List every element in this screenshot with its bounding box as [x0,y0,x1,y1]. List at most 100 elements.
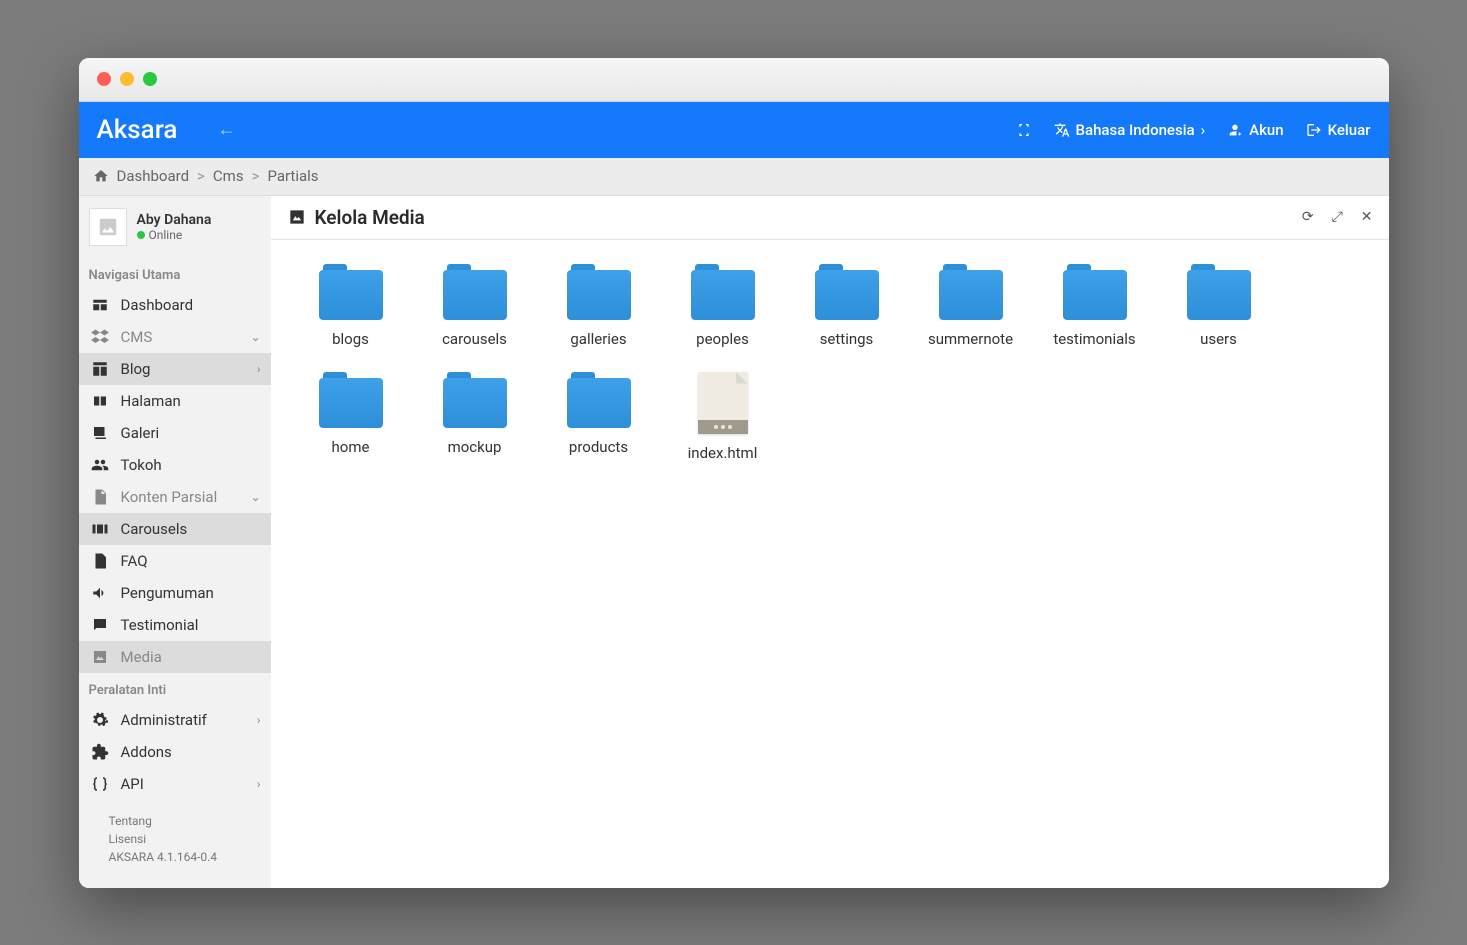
item-label: blogs [332,330,369,348]
folder-item[interactable]: carousels [415,264,535,348]
main-header: Kelola Media ⟳ ⤢ ✕ [271,196,1389,240]
folder-icon [567,264,631,320]
chevron-right-icon: › [257,777,261,791]
item-label: index.html [688,444,758,462]
logout-button[interactable]: Keluar [1306,121,1371,139]
app-window: Aksara ← Bahasa Indonesia › Akun Keluar … [79,58,1389,888]
fullscreen-toggle[interactable] [1016,122,1032,138]
sidebar-item-tokoh[interactable]: Tokoh [79,449,271,481]
folder-item[interactable]: peoples [663,264,783,348]
sidebar-item-halaman[interactable]: Halaman [79,385,271,417]
sidebar-item-api[interactable]: API › [79,768,271,800]
profile-info: Aby Dahana Online [137,212,212,242]
file-icon [698,372,748,434]
home-icon [93,168,109,184]
people-icon [89,456,111,474]
sidebar-item-cms[interactable]: CMS ⌄ [79,321,271,353]
about-link[interactable]: Tentang [109,814,241,828]
item-label: mockup [448,438,502,456]
avatar [89,208,127,246]
expand-button[interactable]: ⤢ [1332,209,1343,225]
folder-icon [567,372,631,428]
item-label: products [569,438,628,456]
item-label: peoples [696,330,749,348]
chevron-down-icon: ⌄ [250,330,260,344]
contract-icon [1016,122,1032,138]
sidebar-item-blog[interactable]: Blog › [79,353,271,385]
image-icon [89,648,111,666]
folder-item[interactable]: galleries [539,264,659,348]
breadcrumb: Dashboard > Cms > Partials [79,158,1389,196]
folder-item[interactable]: summernote [911,264,1031,348]
item-label: testimonials [1053,330,1135,348]
sidebar-item-administratif[interactable]: Administratif › [79,704,271,736]
chevron-right-icon: › [257,362,261,376]
folder-icon [691,264,755,320]
folder-item[interactable]: home [291,372,411,462]
folder-item[interactable]: users [1159,264,1279,348]
version-text: AKSARA 4.1.164-0.4 [109,850,241,864]
logout-label: Keluar [1328,121,1371,139]
sidebar-item-galeri[interactable]: Galeri [79,417,271,449]
folder-icon [1187,264,1251,320]
sidebar-item-carousels[interactable]: Carousels [79,513,271,545]
nav-header-tools: Peralatan Inti [79,673,271,704]
language-selector[interactable]: Bahasa Indonesia › [1054,121,1206,139]
main-panel: Kelola Media ⟳ ⤢ ✕ blogs carousels galleri… [271,196,1389,888]
refresh-button[interactable]: ⟳ [1302,209,1314,225]
chevron-right-icon: › [1201,121,1206,139]
sidebar: Aby Dahana Online Navigasi Utama Dashboa… [79,196,271,888]
images-icon [89,424,111,442]
chevron-right-icon: › [257,713,261,727]
titlebar [79,58,1389,102]
folder-item[interactable]: products [539,372,659,462]
main-actions: ⟳ ⤢ ✕ [1302,209,1373,225]
image-placeholder-icon [97,216,119,238]
sidebar-item-media[interactable]: Media [79,641,271,673]
file-item[interactable]: index.html [663,372,783,462]
image-icon [287,207,307,227]
folder-item[interactable]: mockup [415,372,535,462]
breadcrumb-separator: > [197,167,205,185]
breadcrumb-item[interactable]: Dashboard [117,167,190,185]
profile-status: Online [137,228,212,242]
item-label: home [332,438,370,456]
close-button[interactable]: ✕ [1361,209,1373,225]
page-title: Kelola Media [287,206,425,229]
item-label: carousels [442,330,507,348]
folder-item[interactable]: settings [787,264,907,348]
sidebar-footer: Tentang Lisensi AKSARA 4.1.164-0.4 [79,800,271,878]
close-window-button[interactable] [97,72,111,86]
sidebar-item-pengumuman[interactable]: Pengumuman [79,577,271,609]
status-dot-icon [137,231,145,239]
minimize-window-button[interactable] [120,72,134,86]
maximize-window-button[interactable] [143,72,157,86]
back-arrow-icon[interactable]: ← [217,119,235,140]
breadcrumb-item[interactable]: Partials [267,167,318,185]
item-label: users [1200,330,1237,348]
brand[interactable]: Aksara [97,115,178,145]
breadcrumb-separator: > [252,167,260,185]
puzzle-icon [89,743,111,761]
sidebar-item-faq[interactable]: FAQ [79,545,271,577]
book-icon [89,392,111,410]
account-menu[interactable]: Akun [1227,121,1283,139]
folder-icon [815,264,879,320]
breadcrumb-item[interactable]: Cms [213,167,244,185]
layout-icon [89,360,111,378]
carousel-icon [89,520,111,538]
folder-icon [443,372,507,428]
sidebar-item-dashboard[interactable]: Dashboard [79,289,271,321]
dropbox-icon [89,328,111,346]
sidebar-item-konten-parsial[interactable]: Konten Parsial ⌄ [79,481,271,513]
folder-item[interactable]: testimonials [1035,264,1155,348]
folder-icon [1063,264,1127,320]
media-grid: blogs carousels galleries peoples settingssu… [271,240,1389,888]
folder-item[interactable]: blogs [291,264,411,348]
sidebar-item-addons[interactable]: Addons [79,736,271,768]
profile-block[interactable]: Aby Dahana Online [79,196,271,258]
license-link[interactable]: Lisensi [109,832,241,846]
folder-icon [319,372,383,428]
dashboard-icon [89,296,111,314]
sidebar-item-testimonial[interactable]: Testimonial [79,609,271,641]
